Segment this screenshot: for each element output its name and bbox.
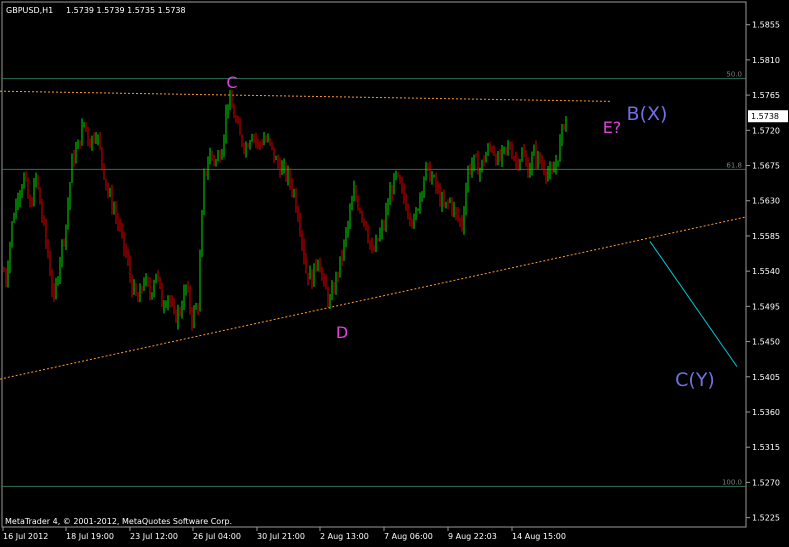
y-tick-label: 1.5585 — [752, 232, 780, 241]
symbol-title: GBPUSD,H1 — [6, 6, 53, 15]
y-tick-label: 1.5675 — [752, 162, 780, 171]
y-tick-label: 1.5540 — [752, 267, 780, 276]
y-tick-label: 1.5225 — [752, 514, 780, 523]
wave-label-d: D — [336, 323, 348, 342]
y-tick-label: 1.5450 — [752, 338, 780, 347]
y-tick-label: 1.5315 — [752, 443, 780, 452]
wave-label-e: E? — [603, 118, 622, 137]
x-tick-label: 14 Aug 15:00 — [512, 532, 566, 541]
x-tick-label: 9 Aug 22:03 — [448, 532, 497, 541]
x-tick-label: 16 Jul 2012 — [3, 532, 48, 541]
y-tick-label: 1.5405 — [752, 373, 780, 382]
x-tick-label: 30 Jul 21:00 — [257, 532, 305, 541]
fib-level-label: 61.8 — [726, 161, 742, 169]
fib-level-label: 50.0 — [726, 71, 742, 79]
y-tick-label: 1.5495 — [752, 302, 780, 311]
chart-frame — [1, 1, 747, 528]
copyright-label: MetaTrader 4, © 2001-2012, MetaQuotes So… — [5, 517, 232, 526]
fib-level-label: 100.0 — [722, 478, 742, 486]
current-price-label: 1.5738 — [751, 112, 779, 121]
y-tick-label: 1.5810 — [752, 56, 780, 65]
y-tick-label: 1.5765 — [752, 91, 780, 100]
wave-label-cy: C(Y) — [675, 369, 715, 391]
y-tick-label: 1.5720 — [752, 126, 780, 135]
price-chart[interactable]: 50.0 61.8 100.0 1.5855 1.5810 1.5765 1.5720 1.… — [0, 0, 789, 547]
y-tick-label: 1.5630 — [752, 197, 780, 206]
y-tick-label: 1.5270 — [752, 478, 780, 487]
x-tick-label: 18 Jul 19:00 — [66, 532, 114, 541]
x-tick-label: 7 Aug 06:00 — [384, 532, 433, 541]
x-tick-label: 26 Jul 04:00 — [193, 532, 241, 541]
wave-label-bx: B(X) — [627, 103, 668, 125]
ohlc-values: 1.5739 1.5739 1.5735 1.5738 — [66, 6, 186, 15]
x-tick-label: 23 Jul 12:00 — [130, 532, 178, 541]
y-tick-label: 1.5360 — [752, 408, 780, 417]
wave-label-c: C — [226, 73, 237, 92]
x-tick-label: 2 Aug 13:00 — [320, 532, 369, 541]
y-tick-label: 1.5855 — [752, 21, 780, 30]
